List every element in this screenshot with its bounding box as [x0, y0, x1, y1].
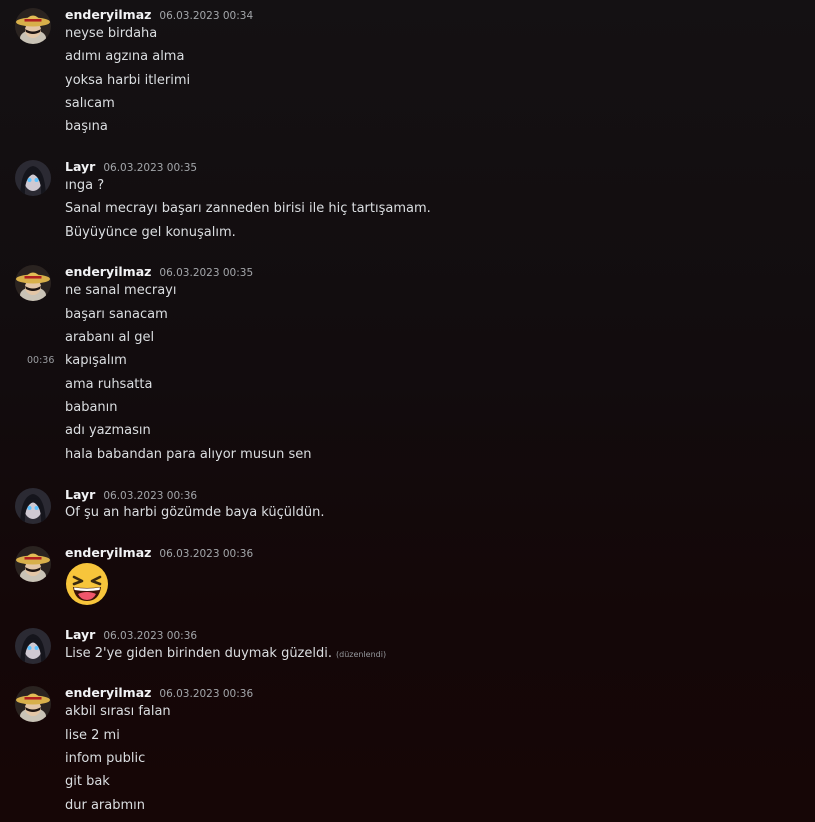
- message-text: adımı agzına alma: [65, 49, 185, 64]
- username[interactable]: enderyilmaz: [65, 264, 151, 279]
- message-text: git bak: [65, 774, 110, 789]
- message-text: hala babandan para alıyor musun sen: [65, 447, 312, 462]
- chat-log: enderyilmaz 06.03.2023 00:34 neyse birda…: [0, 0, 815, 822]
- message-text: Of şu an harbi gözümde baya küçüldün.: [65, 505, 325, 520]
- username[interactable]: enderyilmaz: [65, 545, 151, 560]
- message-text: ne sanal mecrayı: [65, 283, 177, 298]
- message-text: lise 2 mi: [65, 728, 120, 743]
- timestamp: 06.03.2023 00:35: [159, 267, 254, 279]
- message-header: enderyilmaz 06.03.2023 00:35: [65, 264, 253, 282]
- message-header: enderyilmaz 06.03.2023 00:36: [65, 685, 253, 703]
- timestamp: 06.03.2023 00:34: [159, 10, 254, 22]
- timestamp: 06.03.2023 00:36: [103, 630, 198, 642]
- message-text: infom public: [65, 751, 146, 766]
- message-header: Layr 06.03.2023 00:36: [65, 487, 197, 505]
- timestamp: 06.03.2023 00:36: [103, 490, 198, 502]
- message-text: ama ruhsatta: [65, 377, 153, 392]
- message-text: dur arabmın: [65, 798, 146, 813]
- timestamp: 06.03.2023 00:36: [159, 688, 254, 700]
- message-text: başarı sanacam: [65, 307, 168, 322]
- message-text: yoksa harbi itlerimi: [65, 73, 191, 88]
- message-text: Büyüyünce gel konuşalım.: [65, 225, 236, 240]
- message-text: Sanal mecrayı başarı zanneden birisi ile…: [65, 201, 431, 216]
- message-text: akbil sırası falan: [65, 704, 171, 719]
- timestamp: 06.03.2023 00:36: [159, 548, 254, 560]
- dark-hair-avatar[interactable]: [15, 628, 51, 664]
- message-text: neyse birdaha: [65, 26, 158, 41]
- message-text: ınga ?: [65, 178, 105, 193]
- message-text-content: Lise 2'ye giden birinden duymak güzeldi.: [65, 646, 332, 661]
- message-text: arabanı al gel: [65, 330, 155, 345]
- message-text: salıcam: [65, 96, 115, 111]
- edited-label: (düzenlendi): [336, 650, 387, 659]
- timestamp: 06.03.2023 00:35: [103, 162, 198, 174]
- dark-hair-avatar[interactable]: [15, 488, 51, 524]
- hover-timestamp: 00:36: [27, 355, 55, 366]
- straw-hat-avatar[interactable]: [15, 686, 51, 722]
- message-header: Layr 06.03.2023 00:36: [65, 627, 197, 645]
- straw-hat-avatar[interactable]: [15, 265, 51, 301]
- username[interactable]: Layr: [65, 487, 95, 502]
- message-text: Lise 2'ye giden birinden duymak güzeldi.…: [65, 645, 386, 663]
- dark-hair-avatar[interactable]: [15, 160, 51, 196]
- laughing-emoji-icon[interactable]: [65, 562, 109, 606]
- username[interactable]: Layr: [65, 159, 95, 174]
- message-text: adı yazmasın: [65, 423, 151, 438]
- message-text: babanın: [65, 400, 118, 415]
- message-text: başına: [65, 119, 108, 134]
- message-text: kapışalım: [65, 353, 127, 368]
- straw-hat-avatar[interactable]: [15, 546, 51, 582]
- username[interactable]: enderyilmaz: [65, 685, 151, 700]
- username[interactable]: Layr: [65, 627, 95, 642]
- message-header: Layr 06.03.2023 00:35: [65, 159, 197, 177]
- username[interactable]: enderyilmaz: [65, 7, 151, 22]
- message-header: enderyilmaz 06.03.2023 00:34: [65, 7, 253, 25]
- straw-hat-avatar[interactable]: [15, 8, 51, 44]
- message-header: enderyilmaz 06.03.2023 00:36: [65, 545, 253, 563]
